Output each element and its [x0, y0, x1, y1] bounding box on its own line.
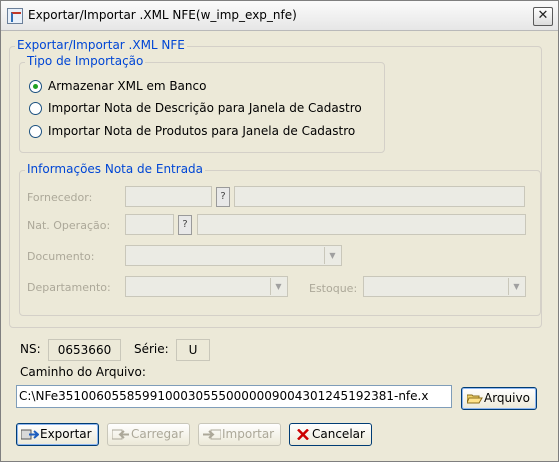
documento-label: Documento:	[27, 250, 95, 263]
import-type-legend: Tipo de Importação	[25, 54, 146, 68]
chevron-down-icon[interactable]: ▼	[508, 278, 524, 295]
importar-button-label: Importar	[222, 427, 275, 441]
nat-operacao-code-field[interactable]	[125, 214, 174, 235]
fornecedor-code-field[interactable]	[125, 186, 212, 207]
departamento-dropdown[interactable]: ▼	[125, 276, 288, 297]
arquivo-button-label: Arquivo	[484, 391, 530, 405]
window-title: Exportar/Importar .XML NFE(w_imp_exp_nfe…	[28, 8, 297, 22]
serie-label: Série:	[134, 342, 169, 356]
export-icon	[20, 429, 40, 440]
documento-dropdown[interactable]: ▼	[125, 245, 342, 266]
arquivo-button[interactable]: Arquivo	[461, 387, 537, 410]
exportar-button[interactable]: Exportar	[16, 423, 99, 446]
importar-button[interactable]: Importar	[198, 423, 281, 446]
fornecedor-name-field[interactable]	[234, 186, 525, 207]
cancel-x-icon	[294, 428, 312, 441]
estoque-label: Estoque:	[309, 282, 358, 295]
carregar-button[interactable]: Carregar	[107, 423, 190, 446]
radio-unselected-indicator[interactable]	[29, 102, 42, 115]
radio-armazenar-xml-label: Armazenar XML em Banco	[48, 79, 207, 93]
carregar-button-label: Carregar	[131, 427, 184, 441]
departamento-label: Departamento:	[27, 281, 111, 294]
load-icon	[111, 429, 130, 440]
nat-operacao-desc-field[interactable]	[197, 214, 526, 235]
nfe-app-icon	[7, 8, 23, 24]
fornecedor-lookup-icon[interactable]: ?	[216, 187, 230, 207]
nat-operacao-label: Nat. Operação:	[27, 219, 111, 232]
export-import-window: Exportar/Importar .XML NFE(w_imp_exp_nfe…	[0, 0, 559, 462]
import-icon	[203, 429, 222, 440]
main-group-legend: Exportar/Importar .XML NFE	[15, 38, 187, 52]
file-path-input[interactable]: C:\NFe3510060558599100030555000000900430…	[16, 385, 452, 408]
radio-importar-produtos-label: Importar Nota de Produtos para Janela de…	[48, 124, 356, 138]
chevron-down-icon[interactable]: ▼	[324, 247, 340, 264]
radio-unselected-indicator[interactable]	[29, 125, 42, 138]
cancelar-button-label: Cancelar	[312, 427, 365, 441]
estoque-dropdown[interactable]: ▼	[363, 276, 526, 297]
title-bar[interactable]: Exportar/Importar .XML NFE(w_imp_exp_nfe…	[1, 1, 558, 31]
cancelar-button[interactable]: Cancelar	[289, 423, 372, 446]
invoice-info-legend: Informações Nota de Entrada	[25, 162, 206, 176]
radio-importar-descricao-label: Importar Nota de Descrição para Janela d…	[48, 101, 362, 115]
chevron-down-icon[interactable]: ▼	[270, 278, 286, 295]
radio-selected-indicator[interactable]	[29, 80, 42, 93]
file-path-label: Caminho do Arquivo:	[20, 365, 146, 379]
fornecedor-label: Fornecedor:	[27, 191, 93, 204]
exportar-button-label: Exportar	[40, 427, 92, 441]
close-button[interactable]: ✕	[533, 7, 553, 26]
ns-value: 0653660	[48, 339, 121, 361]
serie-value: U	[176, 339, 210, 361]
ns-label: NS:	[20, 342, 41, 356]
folder-open-icon	[466, 393, 484, 404]
nat-operacao-lookup-icon[interactable]: ?	[178, 215, 192, 235]
